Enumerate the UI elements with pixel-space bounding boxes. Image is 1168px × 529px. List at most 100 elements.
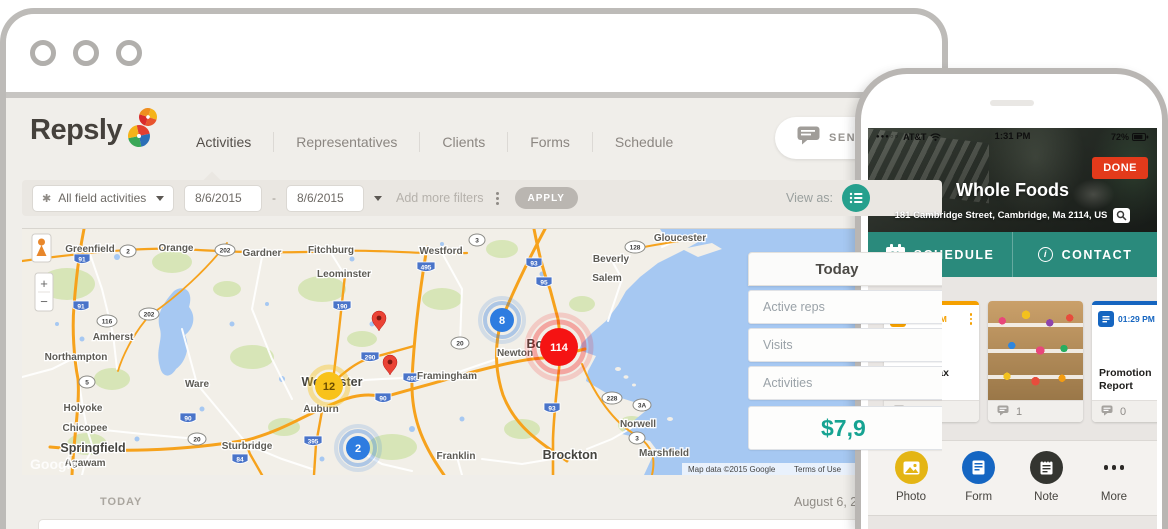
- zoom-control[interactable]: + −: [34, 272, 54, 312]
- svg-text:5: 5: [85, 380, 89, 387]
- window-button-3[interactable]: [116, 40, 142, 66]
- svg-text:90: 90: [184, 416, 192, 423]
- cluster-west-boston[interactable]: 8: [478, 296, 526, 344]
- tab-contact[interactable]: i CONTACT: [1012, 232, 1157, 277]
- tab-representatives[interactable]: Representatives: [274, 132, 421, 152]
- phone-speaker: [989, 100, 1034, 106]
- svg-text:202: 202: [144, 312, 155, 319]
- svg-text:91: 91: [78, 257, 86, 264]
- activity-card-report[interactable]: 01:29 PM Promotion Report 0: [1092, 301, 1157, 422]
- svg-text:20: 20: [456, 341, 464, 348]
- tab-activities[interactable]: Activities: [174, 132, 275, 152]
- photo-action-button[interactable]: Photo: [888, 451, 934, 515]
- svg-text:Fitchburg: Fitchburg: [308, 245, 354, 256]
- photo-icon: [894, 451, 928, 484]
- tab-schedule[interactable]: Schedule: [593, 132, 695, 152]
- svg-text:8: 8: [499, 315, 505, 327]
- svg-text:Gloucester: Gloucester: [654, 233, 706, 244]
- cluster-worcester[interactable]: 12: [307, 364, 351, 408]
- svg-text:Norwell: Norwell: [620, 419, 656, 430]
- svg-text:395: 395: [308, 439, 319, 446]
- contact-label: CONTACT: [1061, 247, 1133, 262]
- filter-bar: ✱ All field activities 8/6/2015 - 8/6/20…: [22, 180, 942, 216]
- svg-text:Chicopee: Chicopee: [62, 423, 107, 434]
- activity-filter-select[interactable]: ✱ All field activities: [32, 184, 174, 212]
- tab-clients[interactable]: Clients: [420, 132, 509, 152]
- venue-title: Whole Foods: [956, 180, 1069, 200]
- comment-bubble-icon: [1101, 405, 1113, 419]
- svg-text:3: 3: [475, 238, 479, 245]
- tool-label: Form: [965, 491, 993, 503]
- form-action-button[interactable]: Form: [956, 451, 1002, 515]
- comment-count: 1: [1016, 405, 1023, 418]
- activity-card-photo[interactable]: 1: [988, 301, 1083, 422]
- stat-row-activities[interactable]: Activities: [748, 366, 942, 400]
- today-panel-title[interactable]: Today: [748, 252, 942, 286]
- phone-status-bar: ●●●○○ AT&T 1:31 PM 72%: [868, 128, 1157, 145]
- map-search-icon[interactable]: [1113, 208, 1131, 223]
- svg-text:Brockton: Brockton: [543, 448, 598, 462]
- more-action-button[interactable]: More: [1091, 451, 1137, 515]
- svg-text:93: 93: [530, 261, 538, 268]
- svg-text:3: 3: [635, 436, 639, 443]
- view-as-label: View as:: [785, 191, 833, 205]
- svg-text:128: 128: [630, 245, 641, 252]
- signal-strength-icon: ●●●○○: [876, 133, 900, 140]
- battery-icon: [1132, 128, 1149, 146]
- address-label: 181 Cambridge Street, Cambridge, Ma 2114…: [894, 210, 1108, 221]
- comment-count: 0: [1120, 405, 1127, 418]
- carrier-label: AT&T: [903, 131, 927, 142]
- cluster-south[interactable]: 2: [334, 424, 382, 472]
- date-range-separator: -: [272, 191, 276, 205]
- svg-text:Westford: Westford: [419, 246, 462, 257]
- svg-text:90: 90: [379, 396, 387, 403]
- list-view-button[interactable]: [842, 184, 870, 212]
- filters-kebab-icon[interactable]: [494, 190, 501, 207]
- card-footer: 1: [988, 400, 1083, 422]
- svg-text:190: 190: [337, 304, 348, 311]
- asterisk-icon: ✱: [42, 192, 52, 205]
- window-button-2[interactable]: [73, 40, 99, 66]
- date-to-input[interactable]: 8/6/2015: [286, 184, 364, 212]
- venue-photo-header: ●●●○○ AT&T 1:31 PM 72% DONE Whole Foods …: [868, 128, 1157, 232]
- apply-button[interactable]: APPLY: [514, 187, 578, 209]
- add-more-filters-link[interactable]: Add more filters: [396, 191, 484, 205]
- svg-text:Orange: Orange: [158, 243, 193, 254]
- timeline-today-label: TODAY: [100, 496, 143, 508]
- google-watermark: Google: [30, 456, 78, 472]
- svg-text:Framingham: Framingham: [417, 371, 477, 382]
- terms-of-use-link[interactable]: Terms of Use: [794, 465, 842, 474]
- pegman-control[interactable]: [31, 233, 52, 263]
- tab-forms[interactable]: Forms: [508, 132, 593, 152]
- chevron-down-icon: [156, 195, 164, 201]
- svg-text:Beverly: Beverly: [593, 254, 630, 265]
- card-title: Promotion Report: [1099, 367, 1152, 392]
- svg-text:91: 91: [77, 304, 85, 311]
- svg-text:Holyoke: Holyoke: [64, 403, 103, 414]
- today-stats-panel: Today Active reps Visits Activities $7,9: [748, 252, 942, 450]
- tool-label: Note: [1034, 491, 1059, 503]
- stat-value-sales: $7,9: [748, 406, 942, 450]
- svg-text:2: 2: [355, 443, 361, 455]
- main-nav: Activities Representatives Clients Forms…: [174, 132, 695, 152]
- date-chevron-down-icon[interactable]: [374, 195, 382, 201]
- svg-text:Gardner: Gardner: [243, 248, 282, 259]
- timeline-date-label: August 6, 20: [794, 495, 865, 509]
- done-button[interactable]: DONE: [1092, 157, 1148, 179]
- svg-text:Ware: Ware: [185, 379, 210, 390]
- note-action-button[interactable]: Note: [1023, 451, 1069, 515]
- browser-titlebar: [6, 14, 942, 98]
- card-kebab-icon[interactable]: [969, 313, 975, 325]
- more-dots-icon: [1103, 451, 1125, 484]
- stat-row-visits[interactable]: Visits: [748, 328, 942, 362]
- window-button-1[interactable]: [30, 40, 56, 66]
- svg-text:Sturbridge: Sturbridge: [222, 441, 273, 452]
- screenshot-canvas: Repsly Activities Representatives Client…: [0, 0, 1168, 529]
- date-from-input[interactable]: 8/6/2015: [184, 184, 262, 212]
- stat-row-active-reps[interactable]: Active reps: [748, 290, 942, 324]
- svg-text:Leominster: Leominster: [317, 269, 371, 280]
- timeline-card[interactable]: [38, 519, 942, 529]
- svg-text:Springfield: Springfield: [60, 441, 125, 455]
- svg-text:Marshfield: Marshfield: [639, 448, 689, 459]
- repsly-logo[interactable]: Repsly: [30, 108, 164, 155]
